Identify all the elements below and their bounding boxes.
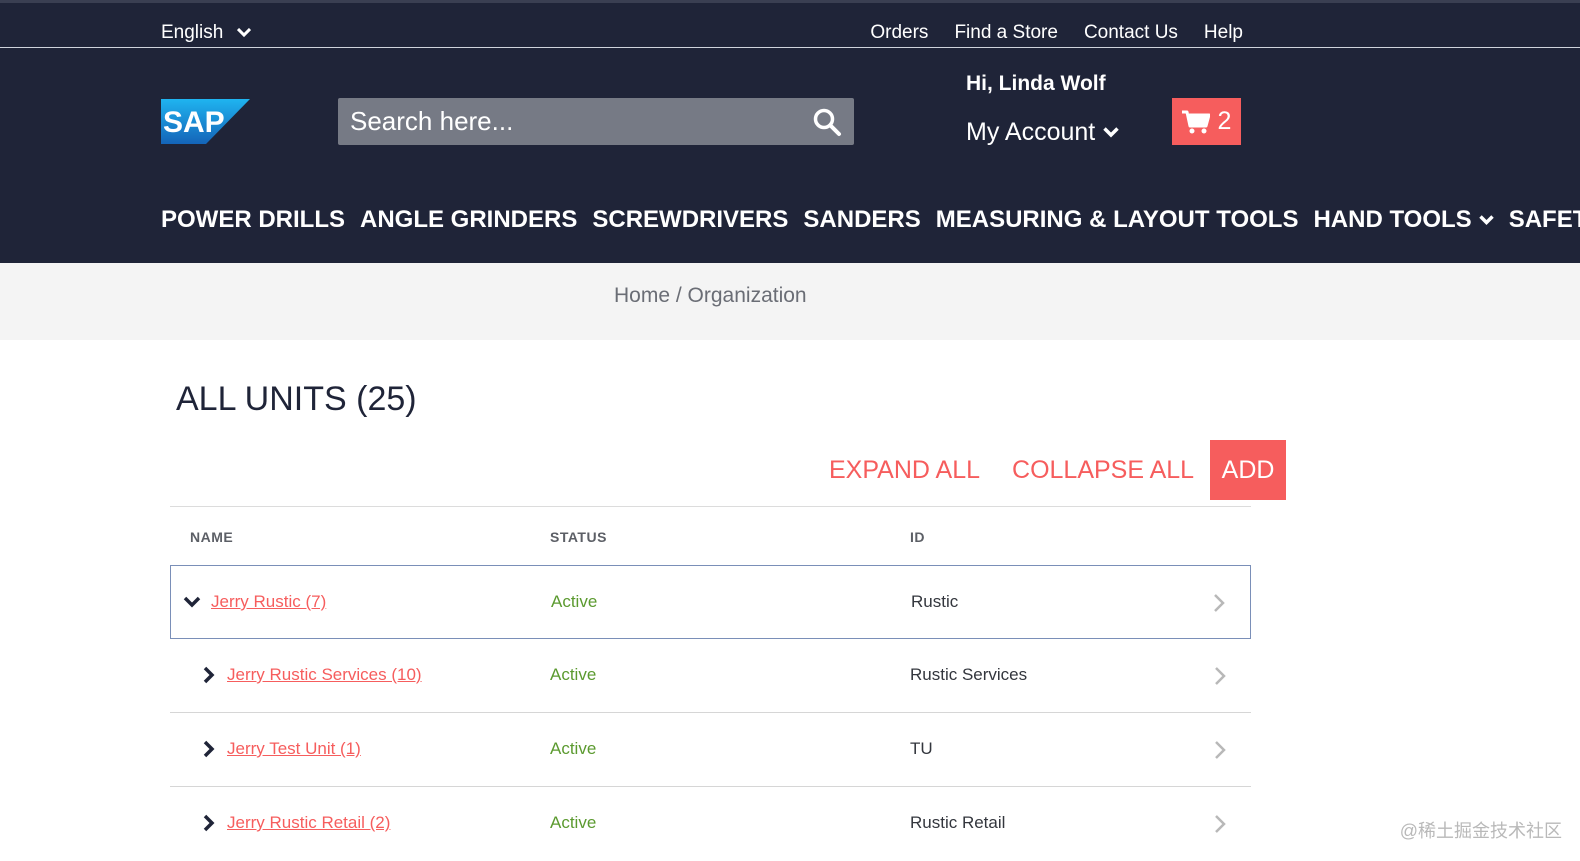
cart-count: 2: [1217, 107, 1232, 135]
language-selector[interactable]: English: [161, 22, 252, 44]
contact-us-link[interactable]: Contact Us: [1084, 22, 1178, 44]
add-unit-button[interactable]: ADD: [1210, 440, 1287, 500]
nav-hand-tools[interactable]: HAND TOOLS: [1313, 206, 1494, 234]
utility-links: Orders Find a Store Contact Us Help: [870, 22, 1243, 44]
breadcrumb-bar: Home / Organization: [0, 263, 1580, 340]
chevron-right-icon[interactable]: [1213, 814, 1227, 834]
column-header-id: ID: [910, 529, 925, 545]
chevron-right-icon[interactable]: [1213, 666, 1227, 686]
unit-name-link[interactable]: Jerry Rustic Services (10): [227, 665, 422, 685]
units-table: NAME STATUS ID Jerry Rustic (7) Active R…: [170, 506, 1251, 861]
page-title: ALL UNITS (25): [176, 380, 417, 418]
chevron-right-icon[interactable]: [1212, 593, 1226, 613]
account-label: My Account: [966, 118, 1096, 146]
chevron-right-icon[interactable]: [200, 666, 218, 684]
nav-label: ANGLE GRINDERS: [360, 206, 578, 233]
sap-logo[interactable]: SAP: [161, 99, 250, 144]
collapse-all-button[interactable]: COLLAPSE ALL: [1012, 456, 1194, 485]
table-row[interactable]: Jerry Rustic (7) Active Rustic: [170, 565, 1251, 639]
nav-sanders[interactable]: SANDERS: [803, 206, 920, 234]
nav-power-drills[interactable]: POWER DRILLS: [161, 206, 345, 234]
unit-id: Rustic Retail: [910, 813, 1006, 832]
chevron-right-icon[interactable]: [1213, 740, 1227, 760]
nav-label: SAFETY: [1508, 206, 1580, 233]
unit-id: Rustic Services: [910, 665, 1028, 684]
table-row[interactable]: Jerry Rustic Services (10) Active Rustic…: [170, 639, 1251, 713]
find-store-link[interactable]: Find a Store: [954, 22, 1058, 44]
breadcrumb-separator: /: [670, 284, 688, 307]
table-header: NAME STATUS ID: [170, 506, 1251, 565]
column-header-name: NAME: [190, 529, 234, 545]
unit-id: Rustic: [911, 592, 959, 611]
orders-link[interactable]: Orders: [870, 22, 928, 44]
status-text: Active: [550, 665, 597, 684]
top-utility-bar: English Orders Find a Store Contact Us H…: [0, 0, 1580, 48]
search-box: [338, 98, 854, 145]
category-nav: POWER DRILLS ANGLE GRINDERS SCREWDRIVERS…: [161, 206, 1580, 234]
unit-id: TU: [910, 739, 933, 758]
nav-angle-grinders[interactable]: ANGLE GRINDERS: [360, 206, 577, 234]
search-icon[interactable]: [812, 107, 842, 137]
chevron-right-icon[interactable]: [200, 740, 218, 758]
unit-actions: EXPAND ALL COLLAPSE ALL ADD: [829, 440, 1287, 500]
unit-name-link[interactable]: Jerry Rustic Retail (2): [227, 813, 390, 833]
search-input[interactable]: [338, 98, 788, 145]
user-greeting: Hi, Linda Wolf: [966, 72, 1106, 95]
chevron-right-icon[interactable]: [200, 814, 218, 832]
chevron-down-icon: [1478, 215, 1494, 225]
chevron-down-icon: [1103, 127, 1119, 138]
nav-measuring-layout-tools[interactable]: MEASURING & LAYOUT TOOLS: [936, 206, 1299, 234]
nav-screwdrivers[interactable]: SCREWDRIVERS: [592, 206, 788, 234]
site-header: SAP Hi, Linda Wolf My Account 2 POWER DR…: [0, 48, 1580, 263]
breadcrumb: Home / Organization: [614, 284, 807, 308]
cart-button[interactable]: 2: [1172, 98, 1241, 145]
chevron-down-icon[interactable]: [183, 593, 201, 611]
help-link[interactable]: Help: [1204, 22, 1243, 44]
status-text: Active: [550, 739, 597, 758]
nav-label: SANDERS: [803, 206, 921, 233]
column-header-status: STATUS: [550, 529, 607, 545]
chevron-down-icon: [237, 28, 252, 38]
status-text: Active: [550, 813, 597, 832]
my-account-dropdown[interactable]: My Account: [966, 118, 1119, 147]
shopping-cart-icon: [1181, 110, 1210, 133]
nav-label: MEASURING & LAYOUT TOOLS: [935, 206, 1299, 233]
breadcrumb-current: Organization: [687, 284, 807, 307]
table-row[interactable]: Jerry Rustic Retail (2) Active Rustic Re…: [170, 787, 1251, 861]
nav-label: HAND TOOLS: [1313, 206, 1472, 233]
watermark: @稀土掘金技术社区: [1399, 821, 1562, 841]
nav-safety[interactable]: SAFETY: [1509, 206, 1580, 234]
nav-label: SCREWDRIVERS: [592, 206, 789, 233]
table-row[interactable]: Jerry Test Unit (1) Active TU: [170, 713, 1251, 787]
status-text: Active: [551, 592, 598, 611]
unit-name-link[interactable]: Jerry Test Unit (1): [227, 739, 361, 759]
nav-label: POWER DRILLS: [161, 206, 345, 233]
breadcrumb-home[interactable]: Home: [614, 284, 670, 307]
unit-name-link[interactable]: Jerry Rustic (7): [211, 592, 326, 612]
expand-all-button[interactable]: EXPAND ALL: [829, 456, 980, 485]
svg-text:SAP: SAP: [163, 106, 225, 139]
language-label: English: [161, 22, 224, 43]
